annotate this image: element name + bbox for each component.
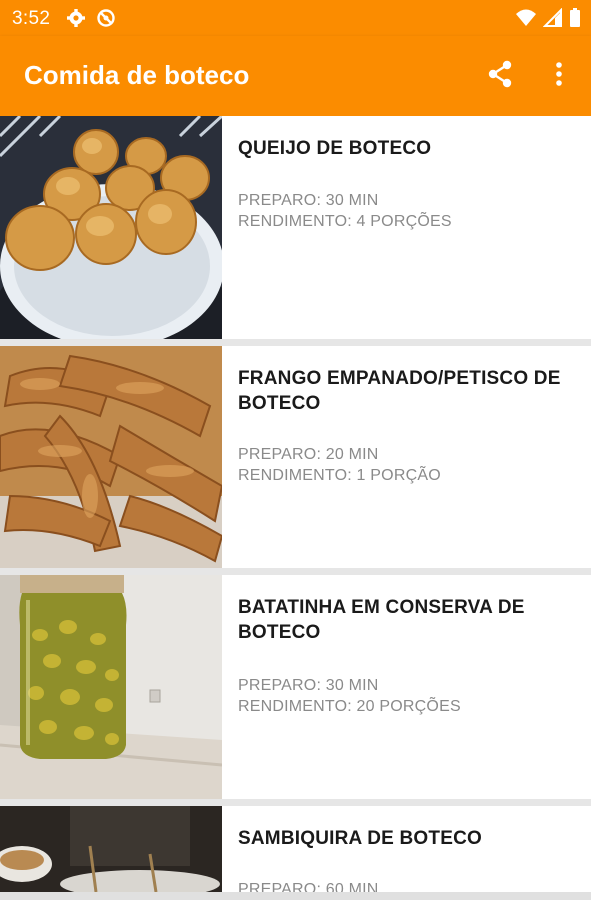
app-title: Comida de boteco [24, 60, 250, 90]
gear-icon [66, 8, 86, 33]
recipe-image-queijo [0, 116, 222, 339]
recipe-title: QUEIJO DE BOTECO [238, 138, 432, 159]
status-time: 3:52 [12, 8, 51, 29]
navigation-bar-edge [0, 892, 591, 900]
recipe-card-frango[interactable]: FRANGO EMPANADO/PETISCO DE BOTECO PREPAR… [0, 346, 591, 568]
recipe-image-batatinha [0, 575, 222, 799]
recipe-prep-time: PREPARO: 60 MIN [238, 881, 379, 892]
recipe-prep-time: PREPARO: 20 MIN [238, 446, 379, 463]
battery-icon [569, 8, 581, 33]
recipe-yield: RENDIMENTO: 20 PORÇÕES [238, 698, 461, 715]
recipe-title: SAMBIQUIRA DE BOTECO [238, 828, 482, 849]
recipe-yield: RENDIMENTO: 1 PORÇÃO [238, 467, 441, 484]
cell-signal-icon [542, 7, 563, 33]
wifi-icon [515, 8, 537, 33]
recipe-title: BATATINHA EM CONSERVA DE BOTECO [238, 597, 525, 643]
recipe-prep-time: PREPARO: 30 MIN [238, 192, 379, 209]
recipe-prep-time: PREPARO: 30 MIN [238, 677, 379, 694]
more-options-button[interactable] [543, 58, 575, 94]
no-disturb-icon [96, 8, 116, 33]
recipe-card-batatinha[interactable]: BATATINHA EM CONSERVA DE BOTECO PREPARO:… [0, 575, 591, 799]
status-bar: 3:52 [0, 0, 591, 36]
more-vert-icon [555, 61, 563, 92]
share-icon [485, 59, 515, 94]
recipe-card-queijo[interactable]: QUEIJO DE BOTECO PREPARO: 30 MIN RENDIME… [0, 116, 591, 339]
recipe-image-sambiquira [0, 806, 222, 892]
recipe-card-sambiquira[interactable]: SAMBIQUIRA DE BOTECO PREPARO: 60 MIN [0, 806, 591, 892]
share-button[interactable] [482, 58, 518, 94]
recipe-image-frango [0, 346, 222, 568]
recipe-yield: RENDIMENTO: 4 PORÇÕES [238, 213, 452, 230]
app-bar: Comida de boteco [0, 36, 591, 116]
recipe-title: FRANGO EMPANADO/PETISCO DE BOTECO [238, 368, 561, 414]
